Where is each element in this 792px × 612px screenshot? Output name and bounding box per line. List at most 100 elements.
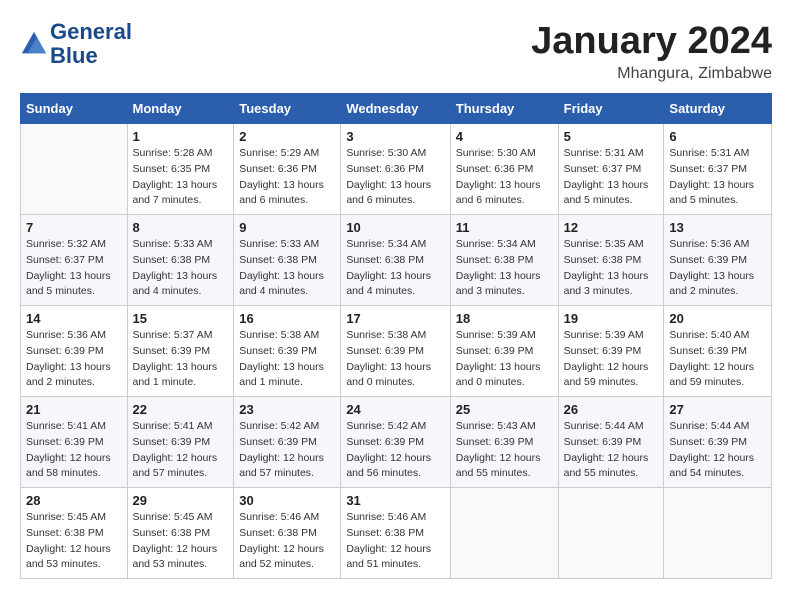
day-number: 5 <box>564 129 659 144</box>
day-number: 3 <box>346 129 444 144</box>
title-block: January 2024 Mhangura, Zimbabwe <box>531 20 772 83</box>
day-number: 15 <box>133 311 229 326</box>
day-info: Sunrise: 5:31 AMSunset: 6:37 PMDaylight:… <box>564 146 659 209</box>
day-info: Sunrise: 5:33 AMSunset: 6:38 PMDaylight:… <box>239 237 335 300</box>
calendar-cell: 2 Sunrise: 5:29 AMSunset: 6:36 PMDaylight… <box>234 124 341 215</box>
day-number: 19 <box>564 311 659 326</box>
calendar-week-4: 21 Sunrise: 5:41 AMSunset: 6:39 PMDayligh… <box>21 397 772 488</box>
day-info: Sunrise: 5:44 AMSunset: 6:39 PMDaylight:… <box>669 419 766 482</box>
calendar-cell: 17 Sunrise: 5:38 AMSunset: 6:39 PMDayligh… <box>341 306 450 397</box>
calendar-cell: 12 Sunrise: 5:35 AMSunset: 6:38 PMDayligh… <box>558 215 664 306</box>
day-number: 21 <box>26 402 122 417</box>
calendar-cell: 30Sunrise: 5:46 AMSunset: 6:38 PMDayligh… <box>234 488 341 579</box>
calendar-cell: 24 Sunrise: 5:42 AMSunset: 6:39 PMDayligh… <box>341 397 450 488</box>
day-info: Sunrise: 5:38 AMSunset: 6:39 PMDaylight:… <box>239 328 335 391</box>
day-info: Sunrise: 5:46 AMSunset: 6:38 PMDaylight:… <box>239 510 335 573</box>
day-number: 10 <box>346 220 444 235</box>
day-info: Sunrise: 5:31 AMSunset: 6:37 PMDaylight:… <box>669 146 766 209</box>
location: Mhangura, Zimbabwe <box>531 65 772 83</box>
calendar-cell <box>21 124 128 215</box>
day-info: Sunrise: 5:37 AMSunset: 6:39 PMDaylight:… <box>133 328 229 391</box>
day-info: Sunrise: 5:29 AMSunset: 6:36 PMDaylight:… <box>239 146 335 209</box>
calendar-cell: 8 Sunrise: 5:33 AMSunset: 6:38 PMDaylight… <box>127 215 234 306</box>
day-number: 2 <box>239 129 335 144</box>
day-number: 13 <box>669 220 766 235</box>
day-info: Sunrise: 5:33 AMSunset: 6:38 PMDaylight:… <box>133 237 229 300</box>
weekday-header-sunday: Sunday <box>21 94 128 124</box>
day-number: 20 <box>669 311 766 326</box>
calendar-cell <box>664 488 772 579</box>
calendar-cell: 26 Sunrise: 5:44 AMSunset: 6:39 PMDayligh… <box>558 397 664 488</box>
logo-text: General Blue <box>50 20 132 68</box>
calendar-table: SundayMondayTuesdayWednesdayThursdayFrid… <box>20 93 772 579</box>
calendar-cell: 13 Sunrise: 5:36 AMSunset: 6:39 PMDayligh… <box>664 215 772 306</box>
day-number: 8 <box>133 220 229 235</box>
day-number: 16 <box>239 311 335 326</box>
calendar-cell: 5 Sunrise: 5:31 AMSunset: 6:37 PMDaylight… <box>558 124 664 215</box>
day-info: Sunrise: 5:28 AMSunset: 6:35 PMDaylight:… <box>133 146 229 209</box>
day-info: Sunrise: 5:41 AMSunset: 6:39 PMDaylight:… <box>26 419 122 482</box>
day-info: Sunrise: 5:36 AMSunset: 6:39 PMDaylight:… <box>669 237 766 300</box>
calendar-cell: 18 Sunrise: 5:39 AMSunset: 6:39 PMDayligh… <box>450 306 558 397</box>
day-info: Sunrise: 5:44 AMSunset: 6:39 PMDaylight:… <box>564 419 659 482</box>
day-number: 18 <box>456 311 553 326</box>
calendar-cell: 10Sunrise: 5:34 AMSunset: 6:38 PMDayligh… <box>341 215 450 306</box>
day-number: 31 <box>346 493 444 508</box>
weekday-header-tuesday: Tuesday <box>234 94 341 124</box>
day-info: Sunrise: 5:39 AMSunset: 6:39 PMDaylight:… <box>456 328 553 391</box>
day-info: Sunrise: 5:35 AMSunset: 6:38 PMDaylight:… <box>564 237 659 300</box>
calendar-cell <box>450 488 558 579</box>
day-info: Sunrise: 5:43 AMSunset: 6:39 PMDaylight:… <box>456 419 553 482</box>
calendar-cell: 11Sunrise: 5:34 AMSunset: 6:38 PMDayligh… <box>450 215 558 306</box>
calendar-cell: 4Sunrise: 5:30 AMSunset: 6:36 PMDaylight… <box>450 124 558 215</box>
calendar-cell: 7 Sunrise: 5:32 AMSunset: 6:37 PMDaylight… <box>21 215 128 306</box>
day-info: Sunrise: 5:42 AMSunset: 6:39 PMDaylight:… <box>346 419 444 482</box>
day-number: 6 <box>669 129 766 144</box>
day-info: Sunrise: 5:38 AMSunset: 6:39 PMDaylight:… <box>346 328 444 391</box>
calendar-cell: 29Sunrise: 5:45 AMSunset: 6:38 PMDayligh… <box>127 488 234 579</box>
day-number: 9 <box>239 220 335 235</box>
day-info: Sunrise: 5:32 AMSunset: 6:37 PMDaylight:… <box>26 237 122 300</box>
calendar-week-5: 28 Sunrise: 5:45 AMSunset: 6:38 PMDayligh… <box>21 488 772 579</box>
day-info: Sunrise: 5:46 AMSunset: 6:38 PMDaylight:… <box>346 510 444 573</box>
day-info: Sunrise: 5:39 AMSunset: 6:39 PMDaylight:… <box>564 328 659 391</box>
calendar-cell: 1 Sunrise: 5:28 AMSunset: 6:35 PMDaylight… <box>127 124 234 215</box>
day-number: 26 <box>564 402 659 417</box>
calendar-cell: 3 Sunrise: 5:30 AMSunset: 6:36 PMDaylight… <box>341 124 450 215</box>
calendar-cell: 14Sunrise: 5:36 AMSunset: 6:39 PMDayligh… <box>21 306 128 397</box>
day-number: 23 <box>239 402 335 417</box>
calendar-cell: 27 Sunrise: 5:44 AMSunset: 6:39 PMDayligh… <box>664 397 772 488</box>
calendar-cell: 15 Sunrise: 5:37 AMSunset: 6:39 PMDayligh… <box>127 306 234 397</box>
day-number: 7 <box>26 220 122 235</box>
day-number: 27 <box>669 402 766 417</box>
weekday-header-thursday: Thursday <box>450 94 558 124</box>
day-info: Sunrise: 5:45 AMSunset: 6:38 PMDaylight:… <box>133 510 229 573</box>
calendar-cell: 19 Sunrise: 5:39 AMSunset: 6:39 PMDayligh… <box>558 306 664 397</box>
calendar-cell: 16 Sunrise: 5:38 AMSunset: 6:39 PMDayligh… <box>234 306 341 397</box>
weekday-header-saturday: Saturday <box>664 94 772 124</box>
calendar-cell: 22Sunrise: 5:41 AMSunset: 6:39 PMDayligh… <box>127 397 234 488</box>
calendar-week-2: 7 Sunrise: 5:32 AMSunset: 6:37 PMDaylight… <box>21 215 772 306</box>
calendar-cell: 25 Sunrise: 5:43 AMSunset: 6:39 PMDayligh… <box>450 397 558 488</box>
day-number: 11 <box>456 220 553 235</box>
calendar-cell: 21 Sunrise: 5:41 AMSunset: 6:39 PMDayligh… <box>21 397 128 488</box>
day-number: 22 <box>133 402 229 417</box>
day-number: 24 <box>346 402 444 417</box>
day-number: 1 <box>133 129 229 144</box>
calendar-cell: 28Sunrise: 5:45 AMSunset: 6:38 PMDayligh… <box>21 488 128 579</box>
calendar-cell: 9 Sunrise: 5:33 AMSunset: 6:38 PMDaylight… <box>234 215 341 306</box>
day-number: 12 <box>564 220 659 235</box>
weekday-header-wednesday: Wednesday <box>341 94 450 124</box>
day-number: 25 <box>456 402 553 417</box>
weekday-header-monday: Monday <box>127 94 234 124</box>
day-info: Sunrise: 5:30 AMSunset: 6:36 PMDaylight:… <box>346 146 444 209</box>
day-info: Sunrise: 5:42 AMSunset: 6:39 PMDaylight:… <box>239 419 335 482</box>
logo: General Blue <box>20 20 132 68</box>
day-number: 17 <box>346 311 444 326</box>
calendar-week-1: 1 Sunrise: 5:28 AMSunset: 6:35 PMDaylight… <box>21 124 772 215</box>
day-info: Sunrise: 5:36 AMSunset: 6:39 PMDaylight:… <box>26 328 122 391</box>
month-title: January 2024 <box>531 20 772 63</box>
logo-icon <box>20 30 48 58</box>
day-number: 28 <box>26 493 122 508</box>
page-header: General Blue January 2024 Mhangura, Zimb… <box>20 20 772 83</box>
